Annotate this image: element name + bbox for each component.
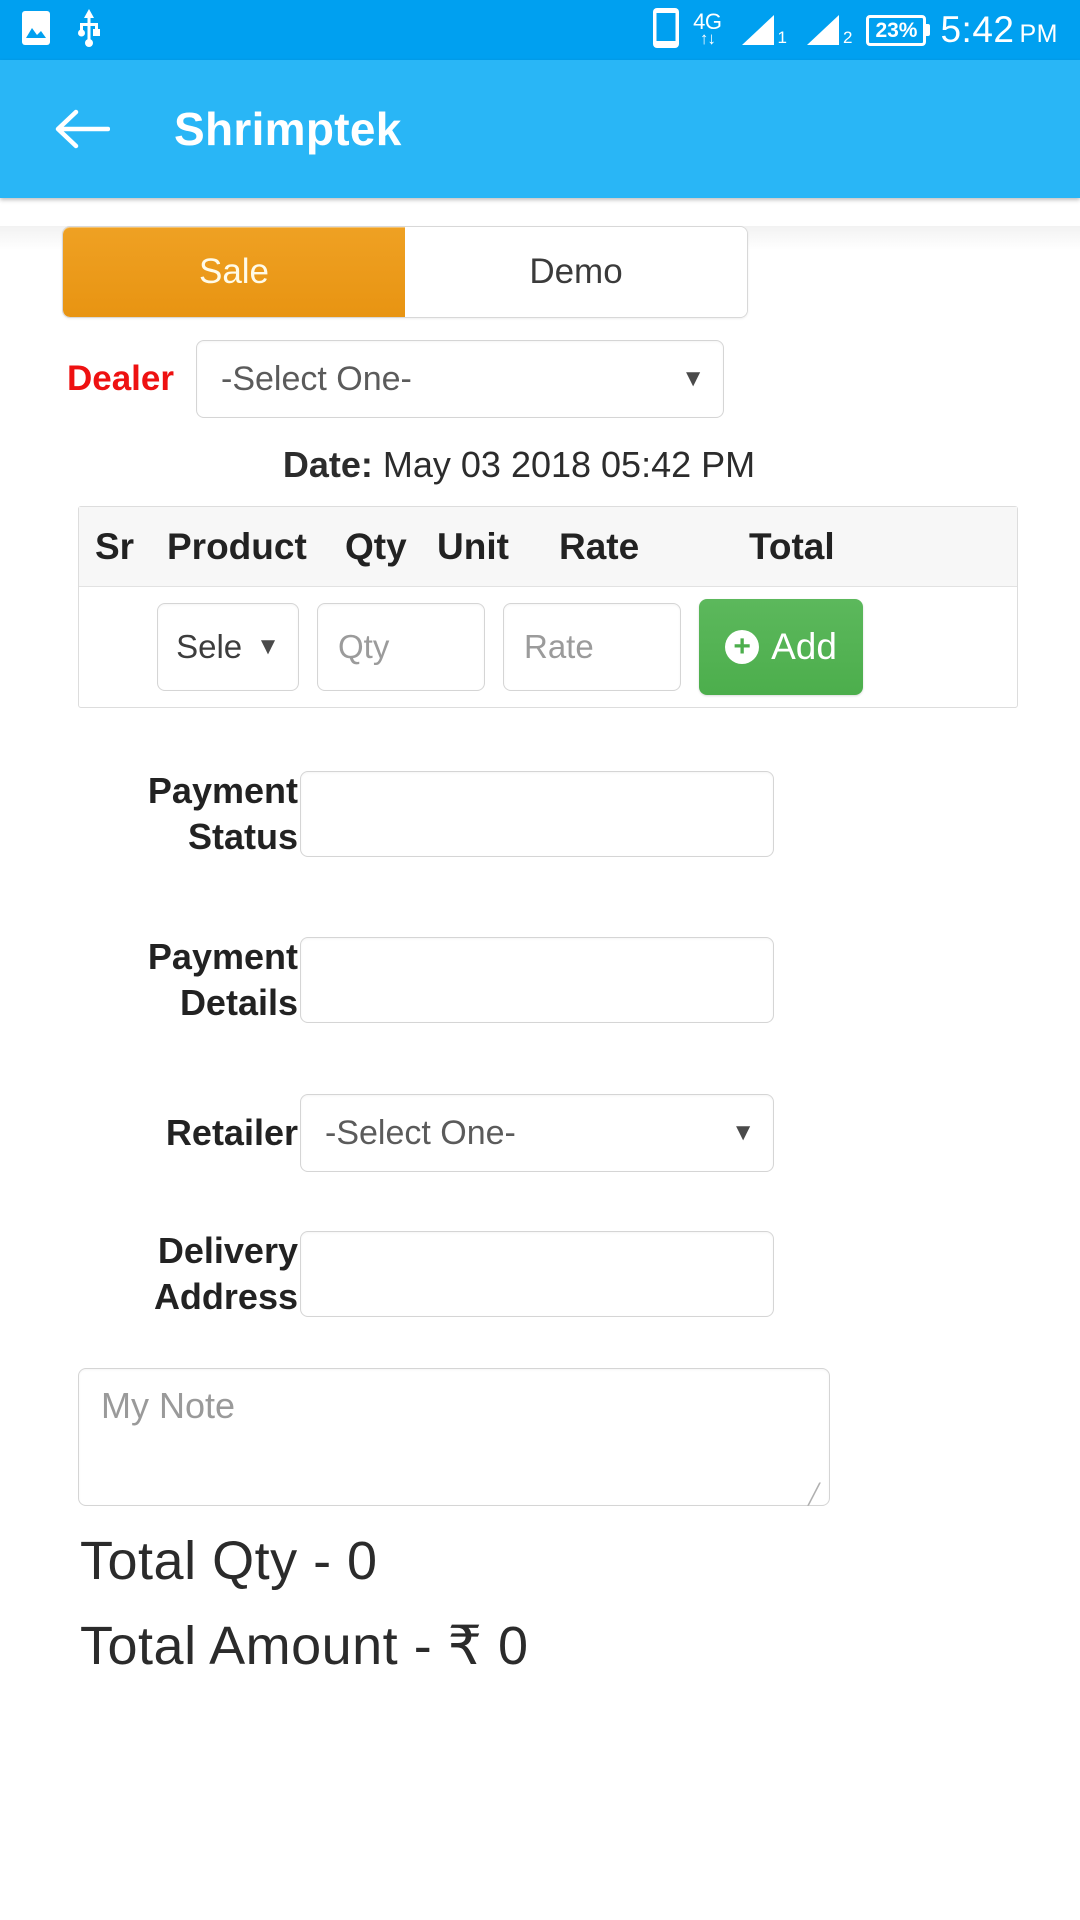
phone-screen: 4G ↑↓ 1 2 23% 5:42 PM Shrimptek Sale Dem…: [0, 0, 1080, 1920]
sale-demo-tab-group: Sale Demo: [62, 226, 748, 318]
rate-input[interactable]: Rate: [503, 603, 681, 691]
page-title: Shrimptek: [174, 103, 402, 155]
column-header-sr: Sr: [95, 525, 135, 567]
clock-time: 5:42: [940, 9, 1015, 50]
payment-status-row: Payment Status: [64, 768, 1080, 860]
chevron-down-icon: ▼: [681, 365, 705, 392]
note-placeholder: My Note: [101, 1385, 236, 1427]
product-select[interactable]: Sele ▼: [157, 603, 299, 691]
dealer-label: Dealer: [66, 359, 174, 398]
column-header-product: Product: [167, 525, 307, 567]
totals-section: Total Qty - 0 Total Amount - ₹ 0: [80, 1530, 1080, 1677]
battery-icon: 23%: [866, 14, 927, 46]
qty-input[interactable]: Qty: [317, 603, 485, 691]
retailer-label: Retailer: [165, 1112, 298, 1154]
payment-status-input[interactable]: [300, 771, 774, 858]
chevron-down-icon: ▼: [731, 1119, 755, 1147]
resize-handle-icon[interactable]: ╱: [808, 1485, 824, 1505]
add-product-button[interactable]: + Add: [699, 599, 863, 695]
payment-details-label: Payment Details: [147, 936, 298, 1024]
dealer-row: Dealer -Select One- ▼: [0, 340, 1080, 418]
total-qty-label: Total Qty - 0: [80, 1531, 378, 1592]
dealer-select[interactable]: -Select One- ▼: [196, 340, 724, 418]
phone-icon: [653, 7, 680, 53]
clock-ampm: PM: [1019, 20, 1058, 48]
sim1-label: 1: [777, 28, 787, 47]
product-entry-row: Sele ▼ Qty Rate + Add: [79, 587, 1017, 707]
app-bar: Shrimptek: [0, 60, 1080, 198]
column-header-qty: Qty: [345, 525, 407, 567]
back-button[interactable]: [52, 99, 112, 159]
dealer-select-value: -Select One-: [221, 359, 412, 398]
signal-bars-sim1-icon: 1: [736, 13, 787, 47]
product-select-value: Sele: [176, 628, 243, 665]
status-bar-clock: 5:42 PM: [940, 9, 1058, 51]
payment-status-label: Payment Status: [147, 770, 298, 858]
tab-demo[interactable]: Demo: [405, 227, 747, 317]
date-value: May 03 2018 05:42 PM: [382, 444, 756, 485]
delivery-address-label: Delivery Address: [153, 1230, 298, 1318]
payment-details-input[interactable]: [300, 937, 774, 1024]
date-label: Date:: [282, 444, 373, 485]
retailer-row: Retailer -Select One- ▼: [64, 1094, 1080, 1173]
back-arrow-icon: [55, 109, 110, 149]
retailer-select-value: -Select One-: [325, 1113, 516, 1152]
tab-sale[interactable]: Sale: [63, 227, 405, 317]
status-bar-left-icons: [22, 8, 102, 52]
form-content: Sale Demo Dealer -Select One- ▼ Date: May…: [0, 226, 1080, 1920]
column-header-rate: Rate: [559, 525, 640, 567]
status-bar: 4G ↑↓ 1 2 23% 5:42 PM: [0, 0, 1080, 60]
product-table-header: Sr Product Qty Unit Rate Total: [79, 507, 1017, 587]
chevron-down-icon: ▼: [256, 633, 280, 660]
usb-icon: [76, 8, 102, 52]
product-table: Sr Product Qty Unit Rate Total Sele ▼ Qt…: [78, 506, 1018, 708]
note-textarea[interactable]: My Note ╱: [78, 1368, 830, 1507]
column-header-unit: Unit: [437, 525, 509, 567]
network-4g-icon: 4G ↑↓: [693, 11, 722, 49]
plus-circle-icon: +: [725, 630, 760, 664]
retailer-select[interactable]: -Select One- ▼: [300, 1094, 774, 1173]
status-bar-right-icons: 4G ↑↓ 1 2 23% 5:42 PM: [653, 7, 1058, 53]
delivery-address-input[interactable]: [300, 1231, 774, 1318]
signal-bars-sim2-icon: 2: [801, 13, 852, 47]
date-line: Date: May 03 2018 05:42 PM: [0, 444, 1080, 486]
data-transfer-arrows-icon: ↑↓: [699, 29, 716, 49]
payment-details-row: Payment Details: [64, 934, 1080, 1026]
delivery-address-row: Delivery Address: [64, 1228, 1080, 1320]
column-header-total: Total: [749, 525, 835, 567]
image-icon: [22, 10, 50, 50]
total-amount-label: Total Amount - ₹ 0: [80, 1616, 529, 1677]
add-button-label: Add: [771, 626, 837, 667]
sim2-label: 2: [842, 28, 853, 47]
